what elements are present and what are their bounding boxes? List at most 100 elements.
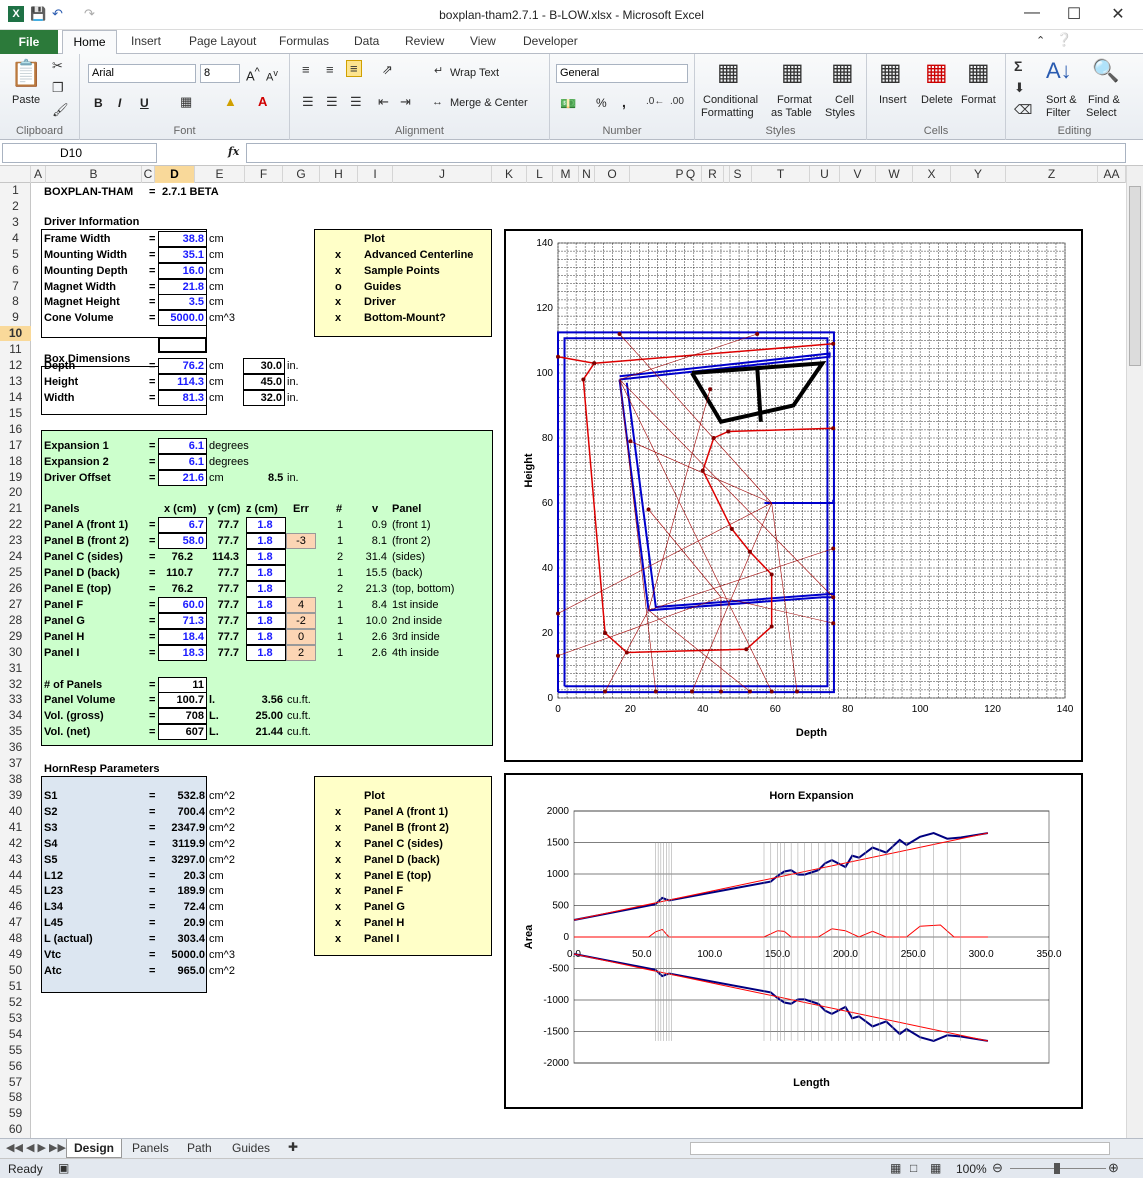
row-header[interactable]: 26 [0, 581, 31, 596]
tab-file[interactable]: File [0, 30, 58, 54]
row-header[interactable]: 48 [0, 931, 31, 946]
scrollbar-thumb[interactable] [1129, 186, 1141, 366]
plot-option-mark[interactable]: x [335, 869, 341, 883]
copy-icon[interactable]: ❐ [52, 80, 64, 96]
conditional-formatting-icon[interactable]: ▦ [717, 58, 740, 87]
insert-cells-icon[interactable]: ▦ [879, 58, 902, 87]
driver-value-input[interactable]: 38.8 [158, 230, 207, 247]
comma-button[interactable]: , [622, 94, 626, 110]
cell-styles-label-1[interactable]: Cell [835, 94, 854, 106]
merge-icon[interactable]: ↔ [432, 96, 443, 108]
cut-icon[interactable]: ✂ [52, 58, 63, 74]
autosum-icon[interactable]: Σ [1014, 58, 1022, 74]
row-header[interactable]: 2 [0, 199, 31, 214]
column-header-z[interactable]: Z [1006, 166, 1098, 183]
row-header[interactable]: 23 [0, 533, 31, 548]
row-header[interactable]: 35 [0, 724, 31, 739]
column-header-d[interactable]: D [155, 166, 195, 183]
fill-icon[interactable]: ⬇ [1014, 80, 1025, 96]
box-layout-chart[interactable]: 0 20 40 60 80 100 120 140 0 20 40 60 80 100 120 140 Dept… [504, 229, 1083, 762]
find-select-icon[interactable]: 🔍 [1092, 58, 1119, 84]
increase-decimal-icon[interactable]: .0← [646, 96, 664, 107]
page-layout-view-icon[interactable]: □ [910, 1161, 917, 1175]
panel-z-input[interactable]: 1.8 [246, 628, 286, 645]
row-header[interactable]: 55 [0, 1043, 31, 1058]
row-header[interactable]: 39 [0, 788, 31, 803]
tab-formulas[interactable]: Formulas [279, 34, 329, 48]
column-header-k[interactable]: K [492, 166, 527, 183]
column-header-v[interactable]: V [840, 166, 876, 183]
insert-button[interactable]: Insert [879, 94, 907, 106]
underline-button[interactable]: U [140, 96, 149, 110]
row-header[interactable]: 33 [0, 692, 31, 707]
row-header[interactable]: 9 [0, 310, 31, 325]
panel-z-input[interactable]: 1.8 [246, 565, 286, 582]
close-button[interactable]: ✕ [1108, 4, 1128, 24]
sort-filter-label-1[interactable]: Sort & [1046, 94, 1077, 106]
row-header[interactable]: 7 [0, 279, 31, 294]
row-header[interactable]: 15 [0, 406, 31, 421]
row-header[interactable]: 46 [0, 899, 31, 914]
row-header[interactable]: 50 [0, 963, 31, 978]
tab-page-layout[interactable]: Page Layout [189, 34, 256, 48]
tab-data[interactable]: Data [354, 34, 379, 48]
zoom-slider-thumb[interactable] [1054, 1163, 1060, 1174]
panel-x-input[interactable]: 18.4 [158, 628, 207, 645]
paste-icon[interactable]: 📋 [10, 58, 42, 89]
cell-styles-label-2[interactable]: Styles [825, 107, 855, 119]
row-header[interactable]: 18 [0, 454, 31, 469]
column-header-y[interactable]: Y [951, 166, 1006, 183]
column-header-u[interactable]: U [810, 166, 840, 183]
row-header[interactable]: 21 [0, 501, 31, 516]
plot-option-mark[interactable]: x [335, 932, 341, 946]
horn-expansion-chart[interactable]: 0.0 50.0 100.0 150.0 200.0 250.0 300.0 350.0 -20… [504, 773, 1083, 1109]
panel-z-input[interactable]: 1.8 [246, 517, 286, 534]
formula-input[interactable] [246, 143, 1126, 163]
help-icon[interactable]: ❔ [1056, 32, 1072, 48]
column-header-o[interactable]: O [595, 166, 630, 183]
percent-button[interactable]: % [596, 96, 607, 110]
column-header-c[interactable]: C [142, 166, 155, 183]
plot-option-mark[interactable]: x [335, 805, 341, 819]
sheet-tab-design[interactable]: Design [66, 1139, 122, 1158]
plot-option-mark[interactable]: x [335, 821, 341, 835]
cell-styles-icon[interactable]: ▦ [831, 58, 854, 87]
column-header-b[interactable]: B [46, 166, 142, 183]
delete-cells-icon[interactable]: ▦ [925, 58, 948, 87]
row-header[interactable]: 27 [0, 597, 31, 612]
italic-button[interactable]: I [118, 96, 121, 110]
panel-z-input[interactable]: 1.8 [246, 644, 286, 661]
row-header[interactable]: 34 [0, 708, 31, 723]
driver-value-input[interactable]: 21.8 [158, 278, 207, 295]
tab-home[interactable]: Home [62, 30, 117, 55]
format-as-table-label-2[interactable]: as Table [771, 107, 812, 119]
panel-x-input[interactable]: 18.3 [158, 644, 207, 661]
find-select-label-2[interactable]: Select [1086, 107, 1117, 119]
number-format-select[interactable]: General [556, 64, 688, 83]
row-header[interactable]: 49 [0, 947, 31, 962]
row-header[interactable]: 22 [0, 517, 31, 532]
plot-option-mark[interactable]: x [335, 264, 341, 278]
box-value-input[interactable]: 76.2 [158, 358, 207, 375]
plot-option-mark[interactable]: x [335, 916, 341, 930]
row-header[interactable]: 1 [0, 183, 31, 198]
paste-button[interactable]: Paste [12, 94, 40, 106]
plot-option-mark[interactable]: x [335, 311, 341, 325]
font-size-select[interactable]: 8 [200, 64, 240, 83]
row-header[interactable]: 25 [0, 565, 31, 580]
find-select-label-1[interactable]: Find & [1088, 94, 1120, 106]
expansion-value-input[interactable]: 6.1 [158, 437, 207, 454]
panel-z-input[interactable]: 1.8 [246, 581, 286, 597]
grow-font-icon[interactable]: A^ [246, 66, 260, 83]
row-header[interactable]: 58 [0, 1090, 31, 1105]
column-header-w[interactable]: W [876, 166, 913, 183]
sheet-tab-path[interactable]: Path [187, 1141, 212, 1155]
plot-option-mark[interactable]: o [335, 280, 342, 294]
vertical-scrollbar[interactable] [1126, 166, 1143, 1138]
maximize-button[interactable]: ☐ [1064, 4, 1084, 24]
row-header[interactable]: 13 [0, 374, 31, 389]
row-header[interactable]: 42 [0, 836, 31, 851]
row-header[interactable]: 11 [0, 342, 31, 357]
merge-center-button[interactable]: Merge & Center [450, 97, 528, 109]
row-header[interactable]: 24 [0, 549, 31, 564]
